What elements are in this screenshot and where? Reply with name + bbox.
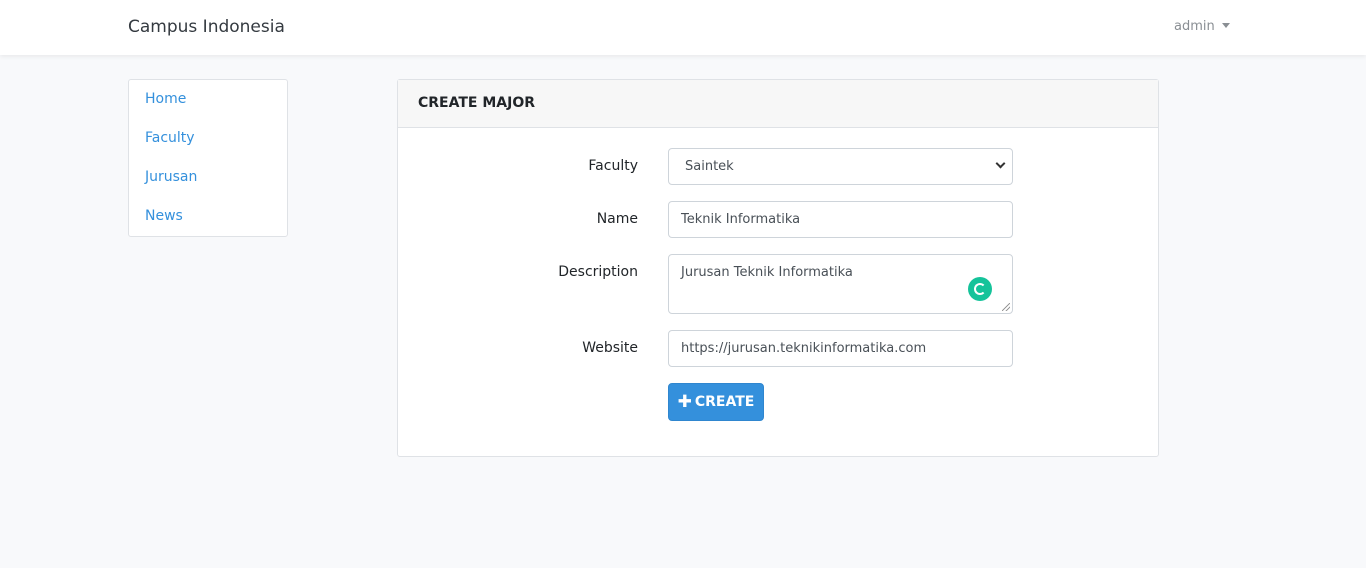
plus-icon: ✚	[677, 391, 692, 412]
sidebar-nav: Home Faculty Jurusan News	[128, 79, 288, 237]
top-navbar: Campus Indonesia admin	[0, 0, 1366, 55]
name-label: Name	[596, 211, 638, 227]
user-dropdown[interactable]: admin	[1174, 19, 1230, 34]
sidebar-item-jurusan[interactable]: Jurusan	[129, 167, 287, 206]
website-input[interactable]: https://jurusan.teknikinformatika.com	[668, 330, 1013, 367]
faculty-select[interactable]: Saintek	[668, 148, 1013, 185]
card-title: CREATE MAJOR	[398, 80, 1158, 128]
user-name: admin	[1174, 19, 1215, 34]
resize-handle-icon[interactable]	[1002, 303, 1010, 311]
sidebar-item-home[interactable]: Home	[129, 89, 287, 128]
website-label: Website	[582, 340, 638, 356]
name-input[interactable]: Teknik Informatika	[668, 201, 1013, 238]
description-textarea[interactable]: Jurusan Teknik Informatika	[668, 254, 1013, 314]
chevron-down-icon	[1221, 23, 1230, 28]
faculty-label: Faculty	[588, 158, 638, 174]
description-label: Description	[558, 264, 638, 280]
create-button[interactable]: ✚ CREATE	[668, 383, 764, 421]
description-text: Jurusan Teknik Informatika	[681, 265, 853, 280]
create-major-card: CREATE MAJOR Faculty Saintek Name Teknik…	[397, 79, 1159, 457]
sidebar-item-faculty[interactable]: Faculty	[129, 128, 287, 167]
sidebar-item-news[interactable]: News	[129, 206, 287, 245]
faculty-selected-value: Saintek	[685, 159, 734, 174]
brand-link[interactable]: Campus Indonesia	[128, 17, 285, 37]
create-button-label: CREATE	[694, 394, 755, 410]
chevron-down-icon	[995, 158, 1006, 169]
grammarly-icon[interactable]	[968, 277, 992, 301]
